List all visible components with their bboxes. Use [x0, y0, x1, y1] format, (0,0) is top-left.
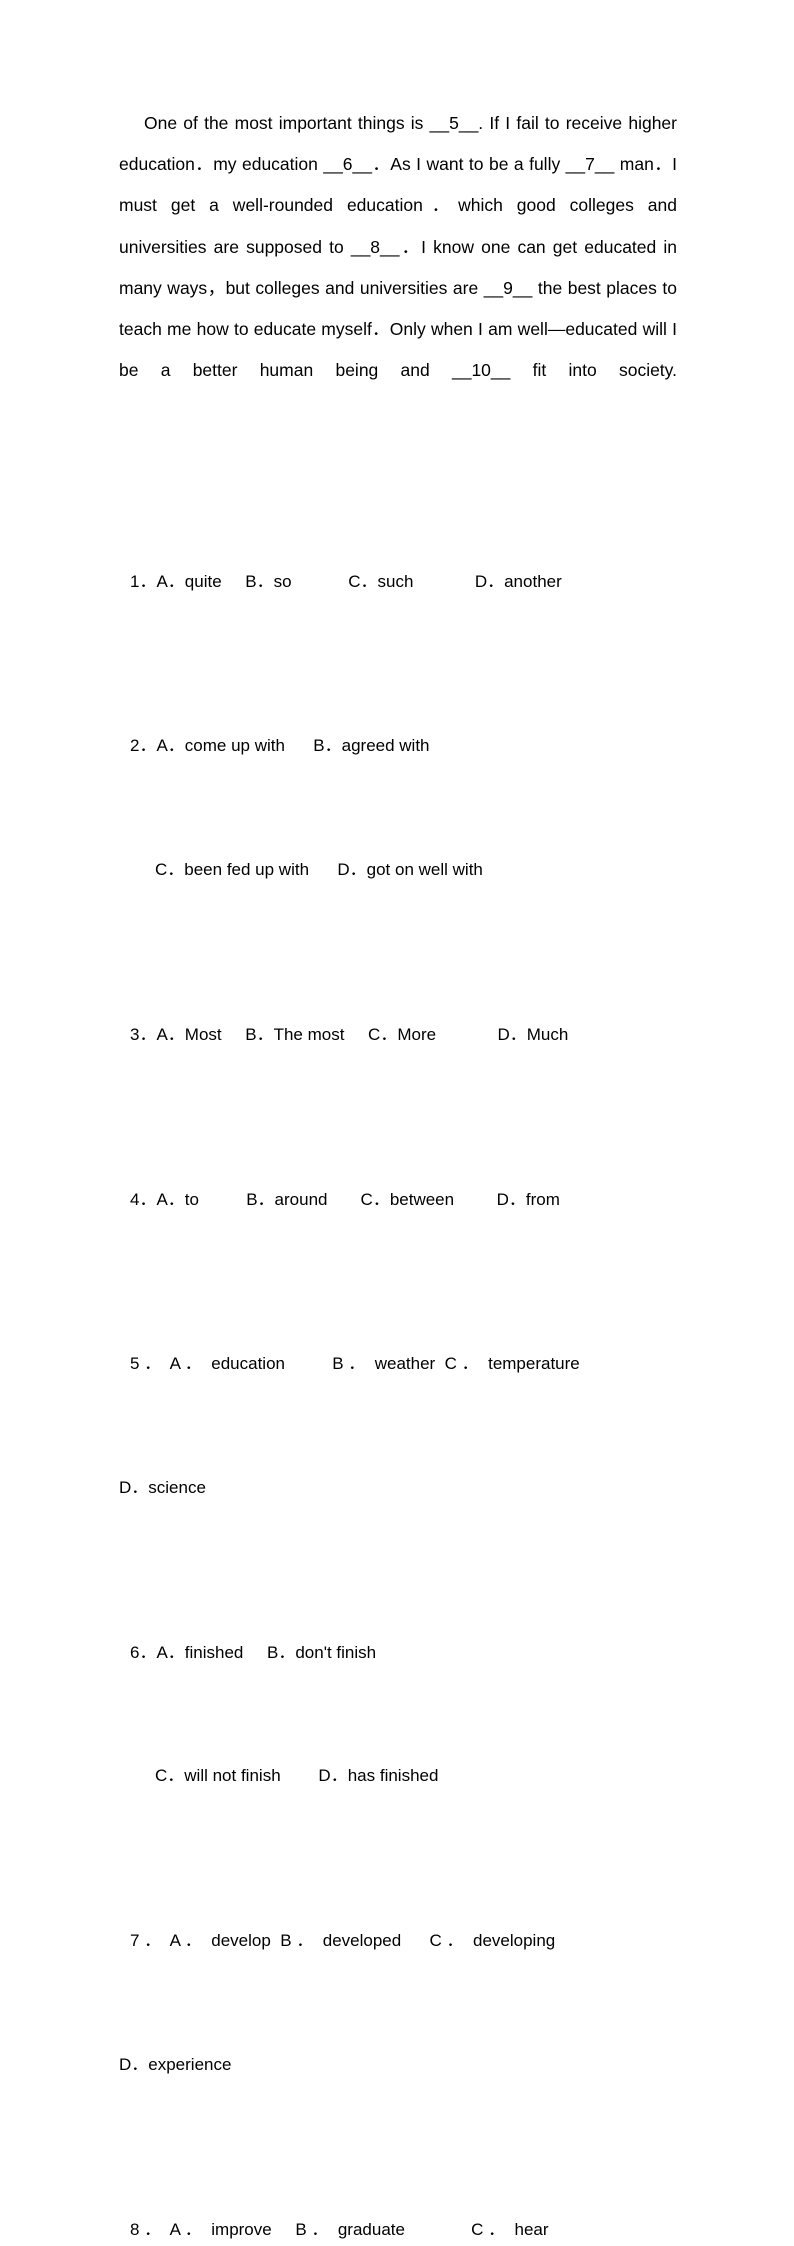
- question-7-line-1: 7 ． A ． develop B ． developed C ． develo…: [130, 1931, 556, 1951]
- question-2-line-2: C．been fed up with D．got on well with: [155, 860, 483, 879]
- question-5-line-1: 5 ． A ． education B ． weather C ． temper…: [130, 1354, 580, 1374]
- cloze-passage: One of the most important things is __5_…: [119, 103, 677, 433]
- question-3-line-1: 3．A．Most B．The most C．More D．Much: [130, 1024, 569, 1044]
- question-list: 1．A．quite B．so C．such D．another 2．A．come…: [119, 437, 689, 2246]
- question-6-line-2: C．will not finish D．has finished: [155, 1766, 439, 1786]
- question-6-line-1: 6．A．finished B．don't finish: [130, 1642, 377, 1662]
- question-8-line-1: 8 ． A ． improve B ． graduate C ． hear: [130, 2219, 549, 2239]
- question-2-line-1: 2．A．come up with B．agreed with: [130, 736, 430, 756]
- passage-paragraph: One of the most important things is __5_…: [119, 113, 677, 381]
- question-5-line-2: D．science: [119, 1477, 206, 1497]
- document-page: One of the most important things is __5_…: [0, 0, 794, 2239]
- question-1-line-1: 1．A．quite B．so C．such D．another: [130, 571, 562, 591]
- question-4-line-1: 4．A．to B．around C．between D．from: [130, 1189, 560, 1209]
- question-7-line-2: D．experience: [119, 2054, 232, 2074]
